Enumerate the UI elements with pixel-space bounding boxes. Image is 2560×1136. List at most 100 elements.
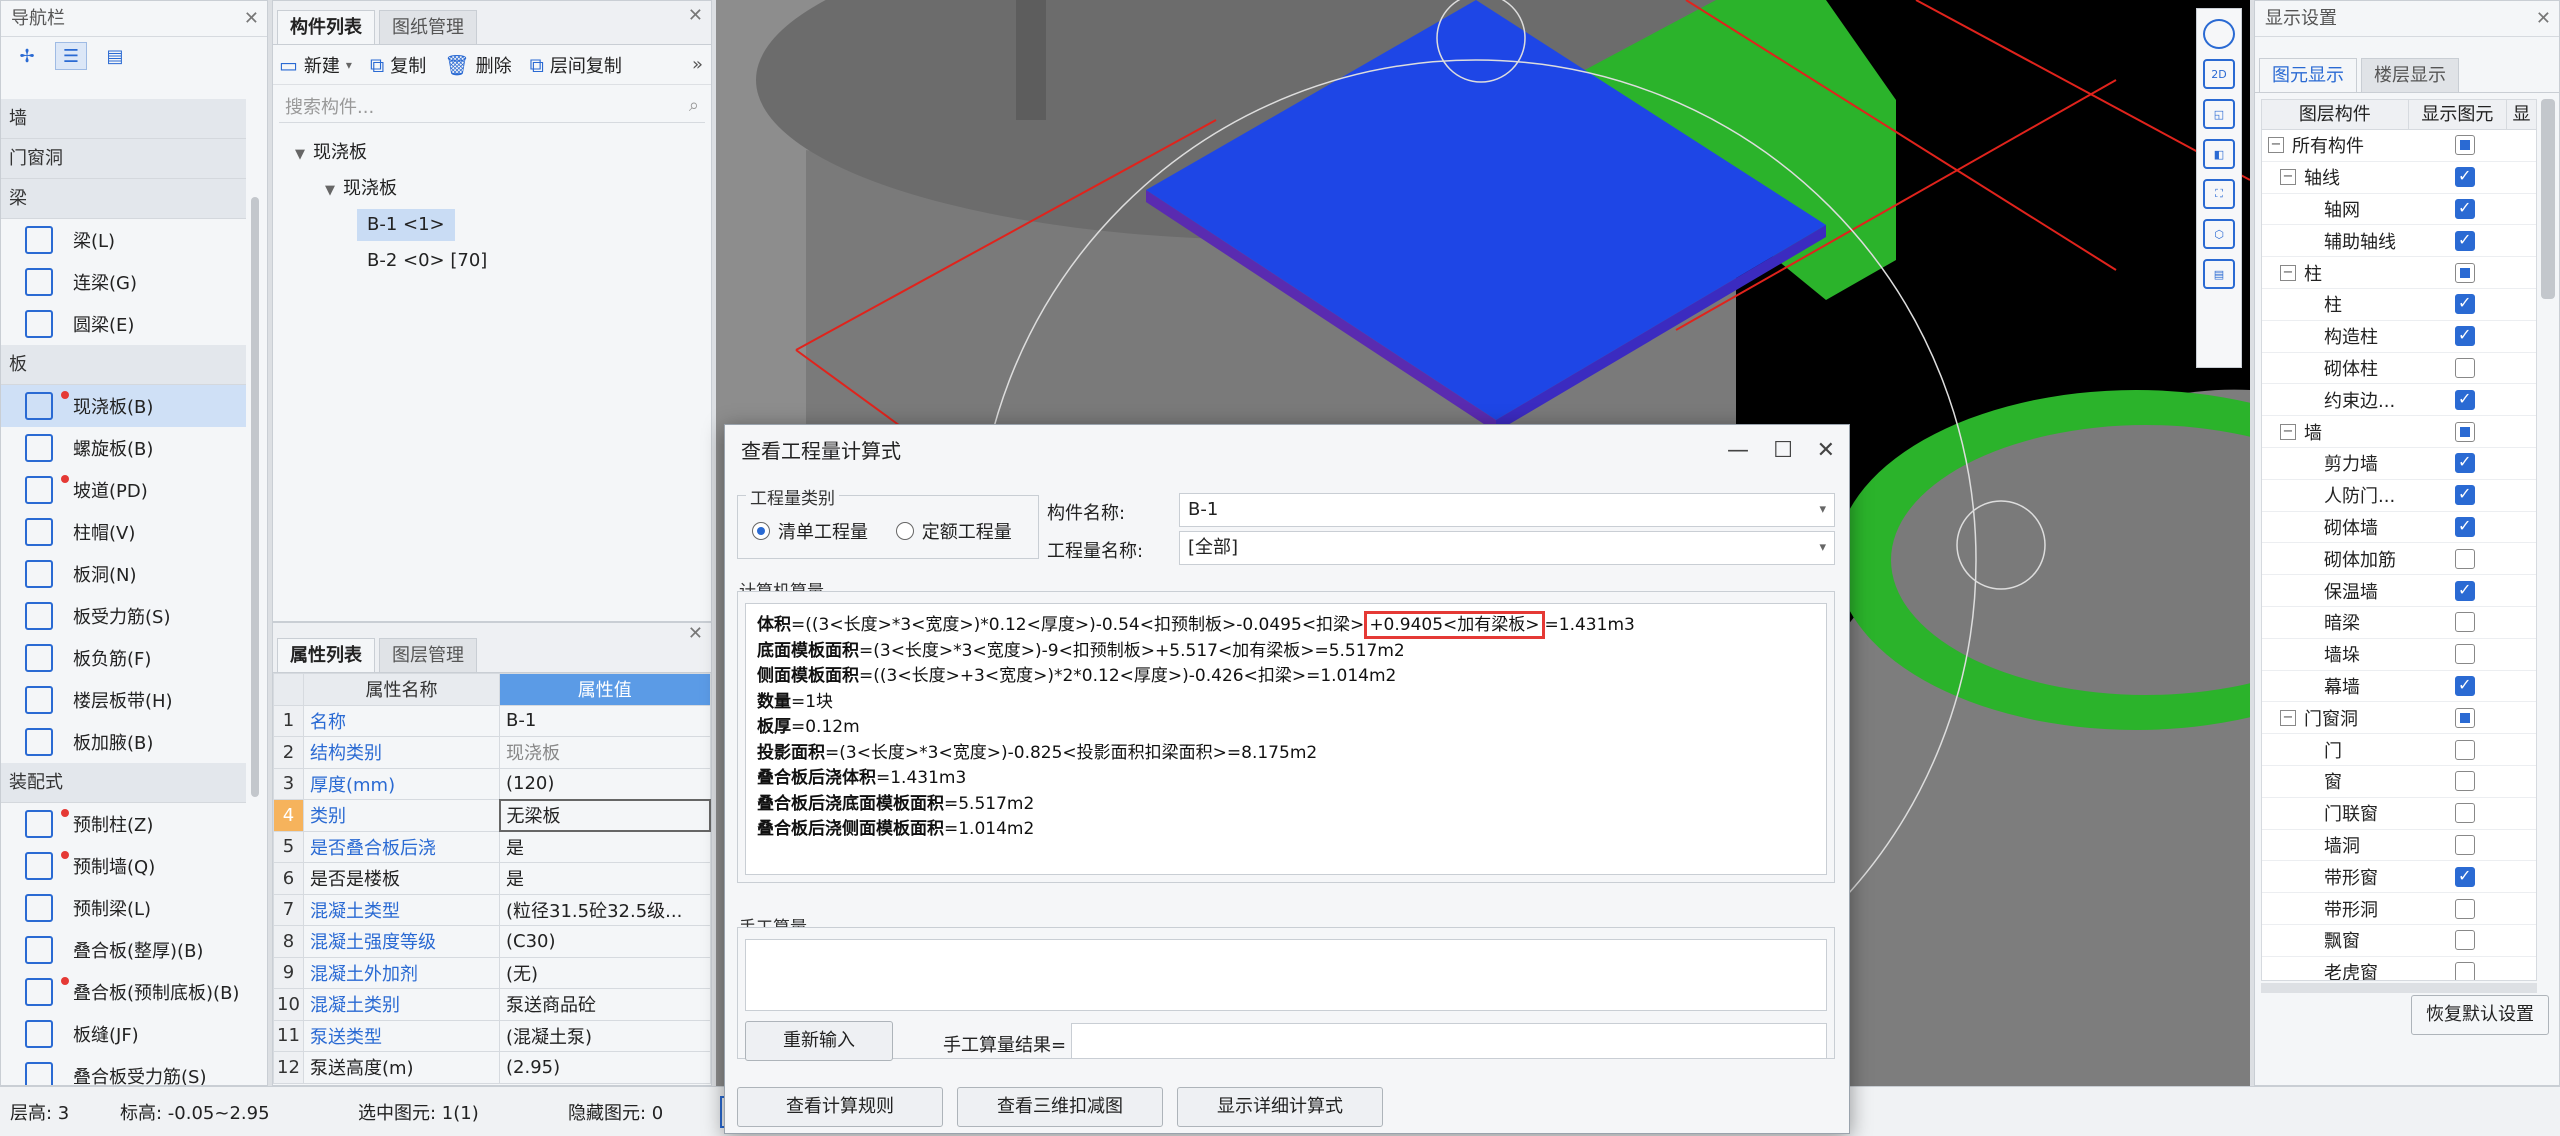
iso-view-icon[interactable]: ⬡ bbox=[2203, 219, 2235, 249]
show-checkbox[interactable] bbox=[2455, 898, 2475, 919]
pin-icon[interactable]: ✢ bbox=[11, 42, 43, 70]
close-icon[interactable]: ✕ bbox=[1817, 425, 1835, 477]
copy-button[interactable]: ⧉ 复制 bbox=[370, 52, 426, 78]
view-3d-deduct-button[interactable]: 查看三维扣减图 bbox=[957, 1087, 1163, 1127]
property-value[interactable]: 无梁板 bbox=[498, 798, 711, 832]
search-input[interactable]: 搜索构件... ⌕ bbox=[279, 89, 705, 123]
property-value[interactable]: B-1 bbox=[499, 704, 711, 737]
minimize-icon[interactable]: — bbox=[1727, 425, 1749, 477]
radio-quota-quantity[interactable]: 定额工程量 bbox=[895, 518, 1012, 544]
show-checkbox[interactable] bbox=[2455, 612, 2475, 633]
tab-drawing-manage[interactable]: 图纸管理 bbox=[379, 10, 477, 44]
list-view-icon[interactable]: ☰ bbox=[55, 42, 87, 70]
nav-item-prefab-beam[interactable]: 预制梁(L) bbox=[1, 887, 246, 929]
qty-name-select[interactable]: [全部] bbox=[1179, 531, 1835, 565]
nav-item-slab-hole[interactable]: 板洞(N) bbox=[1, 553, 246, 595]
property-row[interactable]: 9 混凝土外加剂 (无) bbox=[273, 956, 711, 989]
property-value[interactable]: (C30) bbox=[499, 925, 711, 958]
property-row[interactable]: 1 名称 B-1 bbox=[273, 704, 711, 737]
nav-scrollbar[interactable] bbox=[251, 197, 259, 797]
cube-view-icon[interactable]: ◱ bbox=[2203, 99, 2235, 129]
show-checkbox[interactable] bbox=[2455, 135, 2475, 156]
restore-default-button[interactable]: 恢复默认设置 bbox=[2411, 995, 2549, 1035]
collapse-icon[interactable]: − bbox=[2280, 423, 2296, 440]
reinput-button[interactable]: 重新输入 bbox=[745, 1021, 893, 1061]
close-icon[interactable]: ✕ bbox=[688, 623, 703, 644]
show-checkbox[interactable] bbox=[2455, 580, 2475, 601]
more-icon[interactable]: » bbox=[692, 54, 703, 75]
nav-item-ring-beam[interactable]: 圆梁(E) bbox=[1, 303, 246, 345]
nav-item-cast-slab[interactable]: 现浇板(B) bbox=[1, 385, 246, 427]
display-hscroll[interactable] bbox=[2261, 983, 2537, 993]
display-scrollbar[interactable] bbox=[2541, 99, 2555, 299]
nav-item-ramp[interactable]: 坡道(PD) bbox=[1, 469, 246, 511]
nav-item-composite-full[interactable]: 叠合板(整厚)(B) bbox=[1, 929, 246, 971]
nav-item-slab-band[interactable]: 楼层板带(H) bbox=[1, 679, 246, 721]
nav-item-slab-joint[interactable]: 板缝(JF) bbox=[1, 1013, 246, 1055]
show-checkbox[interactable] bbox=[2455, 739, 2475, 760]
nav-item-link-beam[interactable]: 连梁(G) bbox=[1, 261, 246, 303]
tab-component-list[interactable]: 构件列表 bbox=[277, 10, 375, 44]
property-value[interactable]: 是 bbox=[499, 830, 711, 863]
property-row[interactable]: 5 是否叠合板后浇是 bbox=[273, 830, 711, 863]
property-value[interactable]: (2.95) bbox=[499, 1051, 711, 1084]
show-checkbox[interactable] bbox=[2455, 230, 2475, 251]
property-value[interactable]: (120) bbox=[499, 767, 711, 800]
property-row[interactable]: 4 类别 无梁板 bbox=[273, 798, 711, 832]
tab-layer-manage[interactable]: 图层管理 bbox=[379, 638, 477, 672]
show-checkbox[interactable] bbox=[2455, 262, 2475, 283]
nav-item-beam[interactable]: 梁(L) bbox=[1, 219, 246, 261]
tab-properties[interactable]: 属性列表 bbox=[277, 638, 375, 672]
property-row[interactable]: 3 厚度(mm) (120) bbox=[273, 767, 711, 800]
property-value[interactable]: 是 bbox=[499, 862, 711, 895]
collapse-icon[interactable]: − bbox=[2280, 169, 2296, 186]
floor-copy-button[interactable]: ⧉ 层间复制 bbox=[530, 52, 622, 78]
show-checkbox[interactable] bbox=[2455, 803, 2475, 824]
tree-item-b2[interactable]: B-2 <0> [70] bbox=[357, 245, 497, 277]
show-checkbox[interactable] bbox=[2455, 771, 2475, 792]
nav-item-neg-rebar[interactable]: 板负筋(F) bbox=[1, 637, 246, 679]
show-checkbox[interactable] bbox=[2455, 198, 2475, 219]
new-button[interactable]: ▭ 新建 ▾ bbox=[279, 52, 352, 78]
show-checkbox[interactable] bbox=[2455, 675, 2475, 696]
property-row[interactable]: 11 泵送类型 (混凝土泵) bbox=[273, 1019, 711, 1052]
collapse-icon[interactable]: − bbox=[2280, 709, 2296, 726]
tree-item-b1[interactable]: B-1 <1> bbox=[357, 209, 455, 241]
show-checkbox[interactable] bbox=[2455, 834, 2475, 855]
show-checkbox[interactable] bbox=[2455, 166, 2475, 188]
show-checkbox[interactable] bbox=[2455, 644, 2475, 665]
nav-item-spiral-slab[interactable]: 螺旋板(B) bbox=[1, 427, 246, 469]
property-value[interactable]: (混凝土泵) bbox=[499, 1019, 711, 1052]
close-icon[interactable]: ✕ bbox=[688, 5, 703, 26]
show-detail-formula-button[interactable]: 显示详细计算式 bbox=[1177, 1087, 1383, 1127]
show-checkbox[interactable] bbox=[2455, 325, 2475, 347]
close-icon[interactable]: ✕ bbox=[2536, 1, 2551, 37]
radio-list-quantity[interactable]: 清单工程量 bbox=[752, 518, 868, 544]
property-value[interactable]: (粒径31.5砼32.5级... bbox=[499, 893, 711, 926]
manual-input[interactable] bbox=[745, 939, 1827, 1011]
show-checkbox[interactable] bbox=[2455, 548, 2475, 569]
nav-item-prefab-wall[interactable]: 预制墙(Q) bbox=[1, 845, 246, 887]
nav-item-haunch[interactable]: 板加腋(B) bbox=[1, 721, 246, 763]
show-checkbox[interactable] bbox=[2455, 962, 2475, 980]
property-value[interactable]: 泵送商品砼 bbox=[499, 988, 711, 1021]
cube-solid-icon[interactable]: ◧ bbox=[2203, 139, 2235, 169]
orbit-icon[interactable] bbox=[2203, 19, 2235, 49]
nav-category-door-window[interactable]: 门窗洞 bbox=[1, 139, 246, 179]
nav-item-slab-rebar[interactable]: 板受力筋(S) bbox=[1, 595, 246, 637]
show-checkbox[interactable] bbox=[2455, 516, 2475, 537]
tab-element-display[interactable]: 图元显示 bbox=[2259, 58, 2357, 92]
comp-name-select[interactable]: B-1 bbox=[1179, 493, 1835, 527]
tree-node-root[interactable]: ▼ 现浇板 bbox=[273, 135, 711, 171]
fit-view-icon[interactable]: ⛶ bbox=[2203, 179, 2235, 209]
show-checkbox[interactable] bbox=[2455, 866, 2475, 887]
property-value[interactable]: 现浇板 bbox=[499, 736, 711, 769]
nav-item-prefab-column[interactable]: 预制柱(Z) bbox=[1, 803, 246, 845]
nav-category-beam[interactable]: 梁 bbox=[1, 179, 246, 219]
caret-down-icon[interactable]: ▼ bbox=[325, 183, 335, 198]
show-checkbox[interactable] bbox=[2455, 930, 2475, 951]
property-row[interactable]: 2 结构类别 现浇板 bbox=[273, 736, 711, 769]
view-2d-button[interactable]: 2D bbox=[2203, 59, 2235, 89]
nav-category-prefab[interactable]: 装配式 bbox=[1, 763, 246, 803]
detail-view-icon[interactable]: ▤ bbox=[99, 42, 131, 70]
